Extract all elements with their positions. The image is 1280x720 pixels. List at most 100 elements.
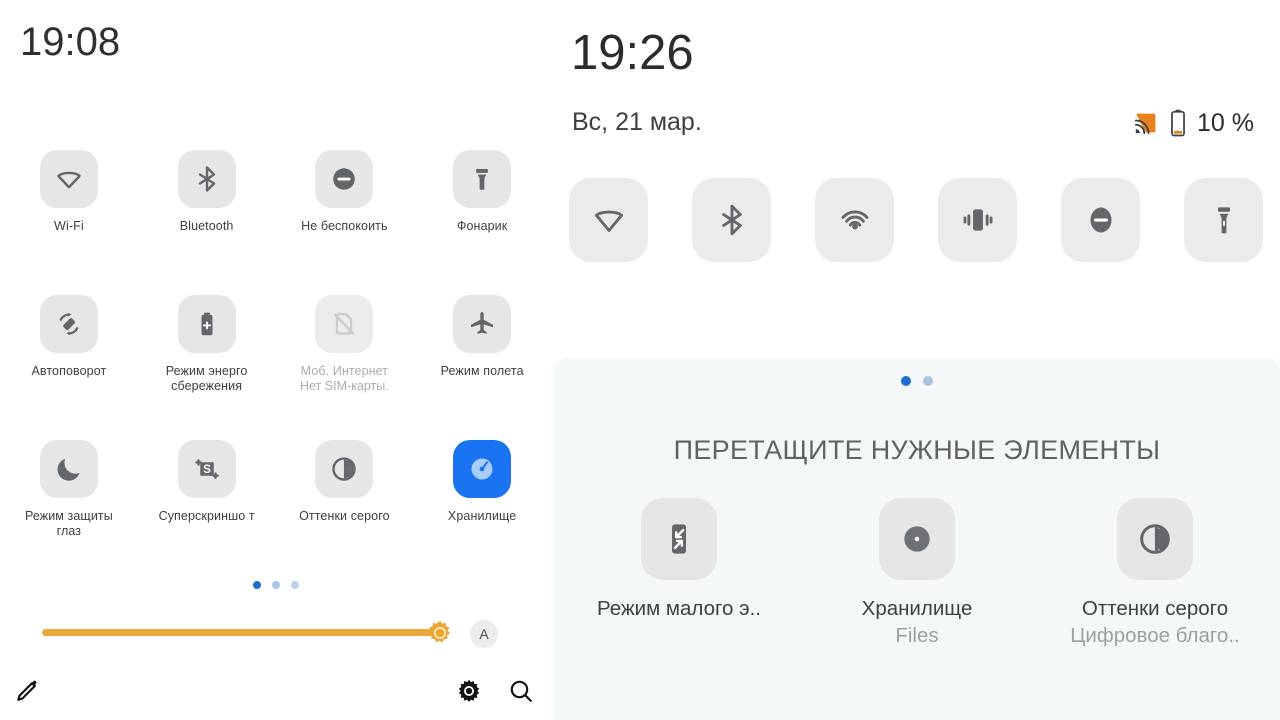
tile-bluetooth[interactable]: Bluetooth [138, 150, 276, 295]
brightness-row: A [0, 612, 551, 658]
storage-button[interactable] [879, 498, 955, 580]
do-not-disturb-icon [333, 168, 356, 190]
search-icon[interactable] [508, 678, 534, 704]
tile-airplane[interactable]: Режим полета [413, 295, 551, 440]
cast-icon[interactable] [1133, 110, 1159, 136]
sheet-item-sublabel: Цифровое благо.. [1070, 624, 1240, 647]
sheet-item-grayscale[interactable]: Оттенки серого Цифровое благо.. [1036, 498, 1274, 650]
tile-row: Автоповорот Режим энерго сбережения Моб.… [0, 295, 551, 440]
tile-label: Wi-Fi [54, 219, 84, 233]
mobile-data-tile-button[interactable] [315, 295, 374, 353]
small-window-icon [672, 524, 686, 554]
edit-icon[interactable] [14, 678, 40, 704]
sheet-title: ПЕРЕТАЩИТЕ НУЖНЫЕ ЭЛЕМЕНТЫ [673, 435, 1161, 465]
sheet-item-small-window[interactable]: Режим малого э.. [560, 498, 798, 650]
sheet-item-sublabel: Files [895, 624, 939, 647]
brightness-slider[interactable] [42, 629, 444, 636]
sheet-page-dot-active[interactable] [901, 376, 911, 386]
battery-icon [1171, 109, 1185, 137]
auto-rotate-tile-button[interactable] [39, 295, 98, 353]
brightness-sun-icon[interactable] [427, 620, 453, 646]
super-screenshot-tile-button[interactable]: S [177, 440, 236, 498]
storage-tile-button[interactable] [453, 440, 512, 498]
wifi-tile-button[interactable] [39, 150, 98, 208]
bluetooth-icon [198, 166, 215, 192]
auto-rotate-icon [59, 312, 79, 336]
page-dot-active[interactable] [252, 581, 261, 589]
grayscale-button[interactable] [1117, 498, 1193, 580]
tile-row: Режим защиты глаз S Суперскриншо т Оттен… [0, 440, 551, 585]
left-clock: 19:08 [20, 20, 121, 64]
super-screenshot-icon: S [194, 459, 219, 479]
tile-eye-comfort[interactable]: Режим защиты глаз [0, 440, 138, 585]
tile-mobile-data[interactable]: Моб. Интернет Нет SIM-карты. [276, 295, 414, 440]
storage-icon [471, 458, 493, 480]
right-date: Вс, 21 мар. [572, 108, 702, 136]
tile-super-screenshot[interactable]: S Суперскриншо т [138, 440, 276, 585]
tile-storage[interactable]: Хранилище [413, 440, 551, 585]
eye-comfort-tile-button[interactable] [39, 440, 98, 498]
tile-row: Wi-Fi Bluetooth Не беспокоить Фонарик [0, 150, 551, 295]
tile-label: Хранилище [447, 509, 517, 523]
tile-battery-saver[interactable]: Режим энерго сбережения [138, 295, 276, 440]
eye-comfort-icon [57, 458, 80, 481]
tile-auto-rotate[interactable]: Автоповорот [0, 295, 138, 440]
hotspot-icon [841, 210, 868, 230]
battery-percentage: 10 % [1197, 109, 1254, 137]
toggle-hotspot[interactable] [815, 178, 894, 262]
grayscale-tile-button[interactable] [315, 440, 374, 498]
tile-label: Оттенки серого [299, 509, 390, 523]
bluetooth-tile-button[interactable] [177, 150, 236, 208]
sheet-item-label: Режим малого э.. [597, 597, 761, 620]
tile-label: Моб. Интернет [300, 364, 389, 378]
tile-dnd[interactable]: Не беспокоить [276, 150, 414, 295]
bluetooth-icon [721, 204, 742, 236]
auto-brightness-label: A [479, 626, 489, 642]
auto-brightness-button[interactable]: A [470, 620, 498, 648]
sim-off-icon [334, 312, 355, 335]
grayscale-icon [1140, 524, 1170, 554]
sheet-item-label: Оттенки серого [1081, 597, 1229, 620]
toggle-vibrate[interactable] [938, 178, 1017, 262]
small-window-button[interactable] [641, 498, 717, 580]
dnd-tile-button[interactable] [315, 150, 374, 208]
toggle-bluetooth[interactable] [692, 178, 771, 262]
page-dot[interactable] [290, 581, 299, 589]
page-indicator-dots [0, 581, 551, 589]
battery-saver-tile-button[interactable] [177, 295, 236, 353]
sheet-items: Режим малого э.. Хранилище Files Оттенки… [560, 498, 1274, 650]
right-quick-settings-panel: 19:26 Вс, 21 мар. 10 % ПЕРЕТАЩИТЕ НУЖНЫЕ… [551, 0, 1280, 720]
storage-disk-icon [904, 526, 930, 552]
tile-label: Фонарик [456, 219, 508, 233]
settings-icon[interactable] [456, 678, 482, 704]
battery-saver-icon [201, 312, 213, 336]
flashlight-tile-button[interactable] [453, 150, 512, 208]
svg-text:S: S [203, 463, 211, 476]
tile-label: Суперскриншо т [158, 509, 255, 523]
left-bottom-bar [0, 668, 551, 720]
toggle-dnd[interactable] [1061, 178, 1140, 262]
sheet-item-label: Хранилище [861, 597, 973, 620]
tile-label: Режим энерго сбережения [165, 364, 248, 393]
sheet-item-storage[interactable]: Хранилище Files [798, 498, 1036, 650]
airplane-tile-button[interactable] [453, 295, 512, 353]
airplane-icon [471, 312, 494, 334]
quick-tile-grid: Wi-Fi Bluetooth Не беспокоить Фонарик Ав… [0, 150, 551, 585]
tile-flashlight[interactable]: Фонарик [413, 150, 551, 295]
sheet-page-dot[interactable] [923, 376, 933, 386]
tile-grayscale[interactable]: Оттенки серого [276, 440, 414, 585]
left-quick-settings-panel: 19:08 Wi-Fi Bluetooth Не беспокоить Фона… [0, 0, 551, 720]
page-dot[interactable] [271, 581, 280, 589]
quick-settings-screenshot: 19:08 Wi-Fi Bluetooth Не беспокоить Фона… [0, 0, 1280, 720]
flashlight-icon [476, 169, 488, 190]
tile-wifi[interactable]: Wi-Fi [0, 150, 138, 295]
tile-label: Не беспокоить [301, 219, 388, 233]
grayscale-icon [332, 457, 357, 481]
do-not-disturb-icon [1090, 207, 1111, 233]
toggle-flashlight[interactable] [1184, 178, 1263, 262]
toggle-wifi[interactable] [569, 178, 648, 262]
tile-label: Автоповорот [31, 364, 107, 378]
tile-sublabel: Нет SIM-карты. [300, 379, 389, 393]
tile-label: Bluetooth [179, 219, 234, 233]
right-toggle-row [569, 178, 1263, 262]
